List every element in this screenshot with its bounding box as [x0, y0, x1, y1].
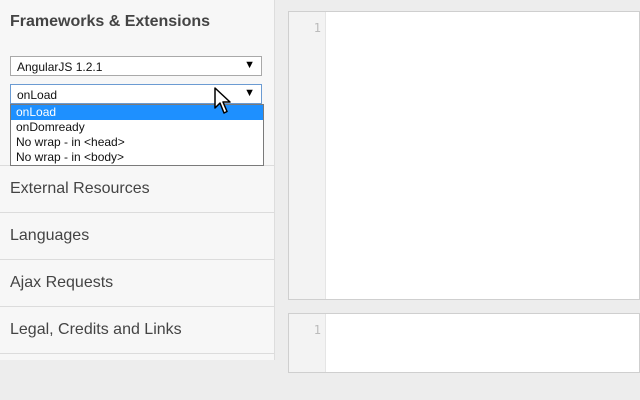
mouse-pointer-icon — [214, 87, 231, 114]
chevron-down-icon: ▼ — [244, 59, 255, 71]
panel-label: Languages — [10, 227, 90, 244]
line-gutter: 1 — [289, 12, 326, 299]
line-gutter: 1 — [289, 314, 326, 372]
chevron-down-icon: ▼ — [244, 87, 255, 99]
panel-label: Ajax Requests — [10, 274, 114, 291]
panel-legal-credits-links[interactable]: Legal, Credits and Links — [0, 306, 274, 353]
line-number: 1 — [313, 323, 321, 337]
dropdown-option-ondomready[interactable]: onDomready — [11, 120, 263, 135]
section-title: Frameworks & Extensions — [10, 13, 211, 30]
line-number: 1 — [313, 21, 321, 35]
panel-divider — [0, 353, 274, 400]
framework-select[interactable]: AngularJS 1.2.1 ▼ — [10, 56, 262, 76]
code-editor-bottom[interactable]: 1 — [288, 313, 640, 373]
panel-label: Legal, Credits and Links — [10, 321, 182, 338]
dropdown-option-nowrap-head[interactable]: No wrap - in <head> — [11, 135, 263, 150]
panel-label: External Resources — [10, 180, 150, 197]
framework-select-value: AngularJS 1.2.1 — [17, 60, 103, 74]
sidebar: Frameworks & Extensions AngularJS 1.2.1 … — [0, 0, 275, 360]
panel-external-resources[interactable]: External Resources — [0, 165, 274, 212]
panel-ajax-requests[interactable]: Ajax Requests — [0, 259, 274, 306]
panel-languages[interactable]: Languages — [0, 212, 274, 259]
code-editor-top[interactable]: 1 — [288, 11, 640, 300]
load-type-select-value: onLoad — [17, 88, 58, 102]
dropdown-option-nowrap-body[interactable]: No wrap - in <body> — [11, 150, 263, 165]
